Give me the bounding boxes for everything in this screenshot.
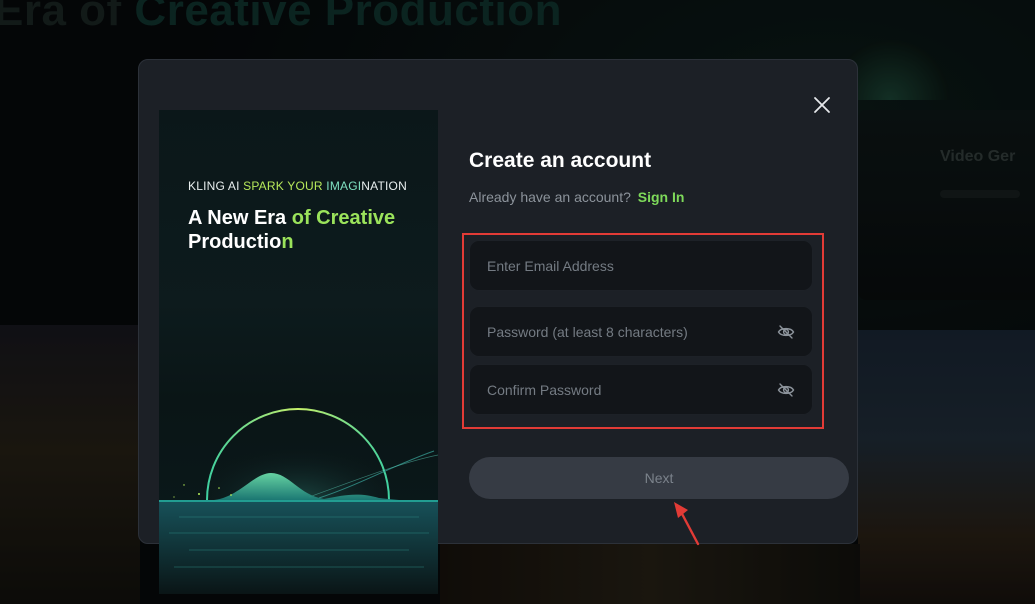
promo-tag-imagi: IMAGI [326, 179, 362, 193]
confirm-password-input[interactable] [487, 381, 777, 398]
signin-link[interactable]: Sign In [638, 189, 685, 205]
promo-panel: KLING AI SPARK YOUR IMAGINATION A New Er… [159, 110, 438, 594]
eye-off-icon[interactable] [777, 323, 795, 341]
promo-headline: A New Era of Creative Production [188, 206, 395, 254]
promo-illustration [159, 408, 438, 594]
promo-headline-part1: A New Era [188, 207, 292, 229]
promo-headline-part3: Productio [188, 231, 282, 253]
eye-off-icon[interactable] [777, 381, 795, 399]
signin-row: Already have an account? Sign In [469, 189, 684, 205]
next-button[interactable]: Next [469, 457, 849, 499]
promo-tagline: KLING AI SPARK YOUR IMAGINATION [188, 179, 407, 193]
email-input[interactable] [487, 257, 795, 274]
promo-tag-spark: SPARK YOUR [243, 179, 327, 193]
signin-prompt: Already have an account? [469, 189, 631, 205]
confirm-password-field[interactable] [469, 364, 813, 415]
promo-headline-part4: n [281, 231, 294, 253]
promo-headline-part2: of Creative [291, 207, 396, 229]
promo-tag-nation: NATION [361, 179, 407, 193]
close-icon[interactable] [812, 95, 832, 115]
red-arrow-icon [674, 502, 700, 546]
password-input[interactable] [487, 323, 777, 340]
form-title: Create an account [469, 149, 652, 172]
promo-tag-brand: KLING AI [188, 179, 244, 193]
email-field[interactable] [469, 240, 813, 291]
password-field[interactable] [469, 306, 813, 357]
